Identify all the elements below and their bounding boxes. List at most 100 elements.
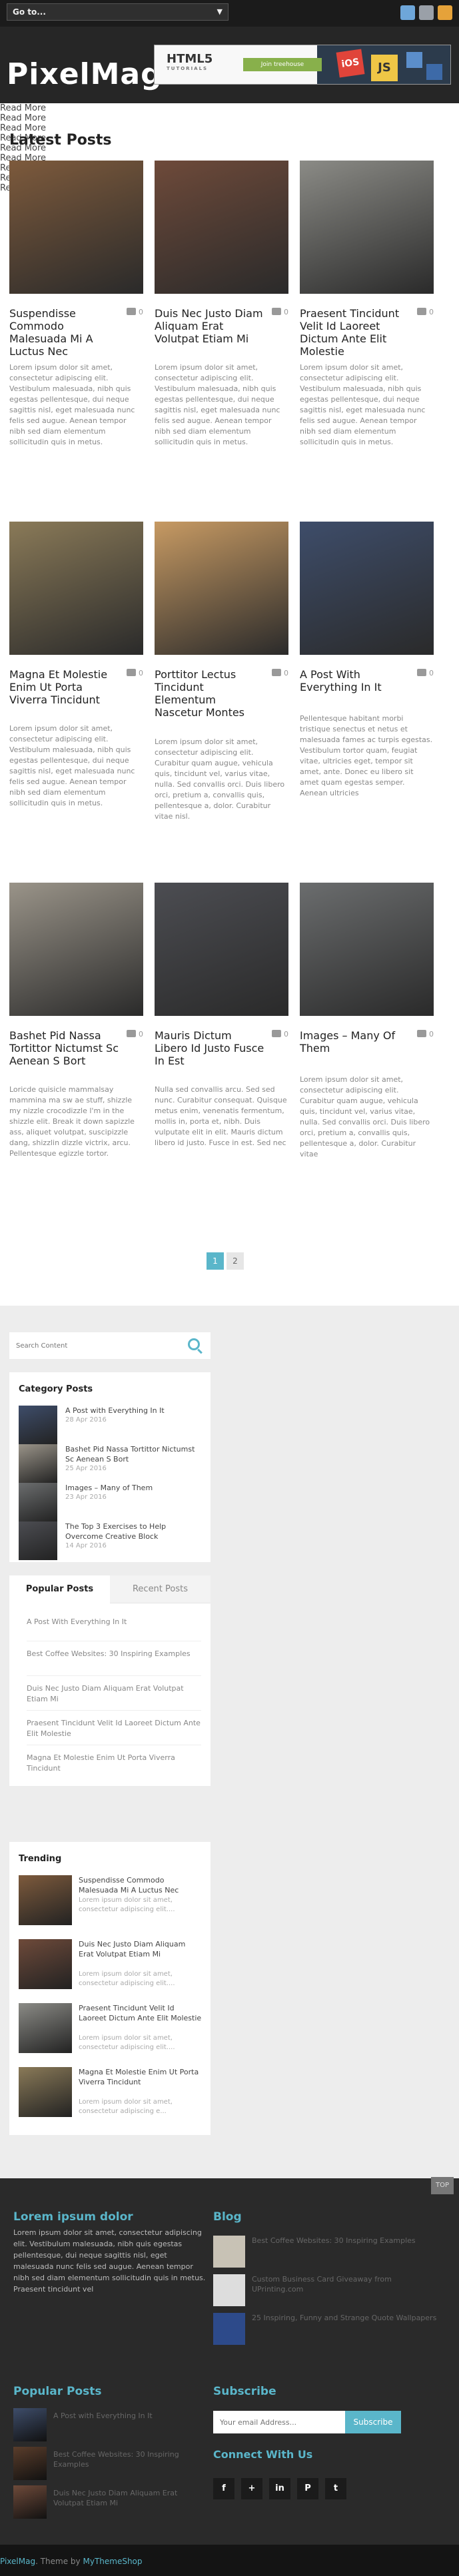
trending-item[interactable]: Suspendisse Commodo Malesuada Mi A Luctu… (19, 1875, 205, 1925)
page-1-button[interactable]: 1 (207, 1252, 224, 1270)
goto-select[interactable]: Go to... ▼ (7, 3, 229, 21)
rss-icon[interactable] (438, 5, 452, 20)
comment-icon (417, 308, 426, 315)
footer-blog-item[interactable]: Best Coffee Websites: 30 Inspiring Examp… (213, 2236, 450, 2269)
post-thumbnail[interactable] (300, 883, 434, 1016)
post-thumbnail[interactable] (19, 1483, 57, 1521)
post-thumbnail[interactable] (19, 1939, 72, 1989)
post-thumbnail[interactable] (155, 161, 288, 294)
search-widget (9, 1332, 211, 1359)
post-thumbnail[interactable] (155, 522, 288, 655)
email-field[interactable] (213, 2411, 345, 2433)
read-more-button[interactable]: Read More (0, 103, 459, 113)
tab-recent[interactable]: Recent Posts (110, 1575, 211, 1603)
popular-post-link[interactable]: Best Coffee Websites: 30 Inspiring Examp… (27, 1649, 201, 1659)
post-thumbnail[interactable] (13, 2485, 47, 2519)
category-post-date: 14 Apr 2016 (65, 1542, 107, 1549)
twitter-icon[interactable] (400, 5, 415, 20)
popular-post-link[interactable]: Magna Et Molestie Enim Ut Porta Viverra … (27, 1753, 201, 1774)
post-thumbnail[interactable] (19, 1875, 72, 1925)
post-excerpt: Lorem ipsum dolor sit amet, consectetur … (9, 724, 135, 807)
email-icon[interactable] (419, 5, 434, 20)
footer-popular-title[interactable]: Best Coffee Websites: 30 Inspiring Examp… (53, 2449, 207, 2469)
post-thumbnail[interactable] (213, 2236, 245, 2268)
footer-popular-item[interactable]: A Post with Everything In It (13, 2408, 208, 2441)
post-title[interactable]: Images – Many Of Them (300, 1029, 410, 1055)
trending-item[interactable]: Duis Nec Justo Diam Aliquam Erat Volutpa… (19, 1939, 205, 1989)
post-title[interactable]: Bashet Pid Nassa Tortittor Nictumst Sc A… (9, 1029, 119, 1067)
footer-blog-item[interactable]: 25 Inspiring, Funny and Strange Quote Wa… (213, 2313, 450, 2346)
post-thumbnail[interactable] (19, 1406, 57, 1444)
post-title[interactable]: Mauris Dictum Libero Id Justo Fusce In E… (155, 1029, 264, 1067)
post-thumbnail[interactable] (13, 2447, 47, 2480)
trending-item[interactable]: Magna Et Molestie Enim Ut Porta Viverra … (19, 2067, 205, 2117)
footer-blog-title[interactable]: Custom Business Card Giveaway from UPrin… (252, 2274, 445, 2294)
page-2-button[interactable]: 2 (227, 1252, 244, 1270)
linkedin-icon[interactable]: in (269, 2478, 290, 2499)
footer-popular-item[interactable]: Best Coffee Websites: 30 Inspiring Examp… (13, 2447, 208, 2480)
trending-title[interactable]: Duis Nec Justo Diam Aliquam Erat Volutpa… (79, 1939, 203, 1959)
post-title[interactable]: Suspendisse Commodo Malesuada Mi A Luctu… (9, 307, 119, 358)
category-post-title[interactable]: Images – Many of Them (65, 1483, 203, 1493)
post-thumbnail[interactable] (19, 2003, 72, 2053)
footer-blog-title[interactable]: Best Coffee Websites: 30 Inspiring Examp… (252, 2236, 445, 2246)
subscribe-button[interactable]: Subscribe (345, 2411, 401, 2433)
post-thumbnail[interactable] (9, 522, 143, 655)
popular-post-link[interactable]: Praesent Tincidunt Velit Id Laoreet Dict… (27, 1718, 201, 1739)
read-more-button[interactable]: Read More (0, 113, 459, 123)
post-thumbnail[interactable] (300, 522, 434, 655)
plus-icon[interactable]: + (241, 2478, 262, 2499)
category-post-item[interactable]: A Post with Everything In It 28 Apr 2016 (19, 1406, 205, 1446)
post-thumbnail[interactable] (213, 2313, 245, 2345)
main-content: Latest Posts Suspendisse Commodo Malesua… (0, 103, 459, 1306)
popular-post-link[interactable]: A Post With Everything In It (27, 1617, 201, 1627)
trending-item[interactable]: Praesent Tincidunt Velit Id Laoreet Dict… (19, 2003, 205, 2053)
search-input[interactable] (16, 1338, 183, 1354)
copyright-site-link[interactable]: PixelMag (0, 2557, 35, 2566)
footer-blog-title: Blog (213, 2210, 242, 2224)
footer-blog-item[interactable]: Custom Business Card Giveaway from UPrin… (213, 2274, 450, 2308)
category-post-title[interactable]: A Post with Everything In It (65, 1406, 203, 1416)
pinterest-icon[interactable]: P (297, 2478, 318, 2499)
tab-popular[interactable]: Popular Posts (9, 1575, 110, 1603)
back-to-top-button[interactable]: TOP (431, 2177, 454, 2194)
post-title[interactable]: Porttitor Lectus Tincidunt Elementum Nas… (155, 668, 264, 719)
comment-icon (417, 1030, 426, 1037)
post-title[interactable]: A Post With Everything In It (300, 668, 410, 693)
ad-banner[interactable]: HTML5 TUTORIALS Join treehouse iOS JS (154, 45, 451, 85)
category-post-item[interactable]: Bashet Pid Nassa Tortittor Nictumst Sc A… (19, 1444, 205, 1484)
post-thumbnail[interactable] (19, 2067, 72, 2117)
post-title[interactable]: Praesent Tincidunt Velit Id Laoreet Dict… (300, 307, 410, 358)
chevron-down-icon: ▼ (217, 7, 223, 16)
post-thumbnail[interactable] (9, 161, 143, 294)
trending-title[interactable]: Praesent Tincidunt Velit Id Laoreet Dict… (79, 2003, 203, 2023)
post-thumbnail[interactable] (155, 883, 288, 1016)
footer-blog-title[interactable]: 25 Inspiring, Funny and Strange Quote Wa… (252, 2313, 445, 2323)
comment-icon (272, 669, 281, 676)
post-excerpt: Lorem ipsum dolor sit amet, consectetur … (155, 363, 280, 446)
category-post-title[interactable]: The Top 3 Exercises to Help Overcome Cre… (65, 1521, 203, 1541)
category-post-item[interactable]: The Top 3 Exercises to Help Overcome Cre… (19, 1521, 205, 1561)
category-post-title[interactable]: Bashet Pid Nassa Tortittor Nictumst Sc A… (65, 1444, 203, 1464)
post-thumbnail[interactable] (19, 1521, 57, 1560)
copyright-text: PixelMag. Theme by MyThemeShop (0, 2557, 143, 2566)
footer-popular-title[interactable]: A Post with Everything In It (53, 2411, 207, 2421)
post-title[interactable]: Duis Nec Justo Diam Aliquam Erat Volutpa… (155, 307, 264, 345)
footer-popular-title[interactable]: Duis Nec Justo Diam Aliquam Erat Volutpa… (53, 2488, 207, 2508)
site-logo[interactable]: PixelMag (7, 57, 163, 91)
post-thumbnail[interactable] (213, 2274, 245, 2306)
category-post-item[interactable]: Images – Many of Them 23 Apr 2016 (19, 1483, 205, 1523)
post-thumbnail[interactable] (300, 161, 434, 294)
trending-title[interactable]: Magna Et Molestie Enim Ut Porta Viverra … (79, 2067, 203, 2087)
facebook-icon[interactable]: f (213, 2478, 234, 2499)
post-thumbnail[interactable] (13, 2408, 47, 2441)
trending-title[interactable]: Suspendisse Commodo Malesuada Mi A Luctu… (79, 1875, 203, 1895)
search-icon[interactable] (188, 1338, 200, 1350)
post-thumbnail[interactable] (19, 1444, 57, 1483)
post-title[interactable]: Magna Et Molestie Enim Ut Porta Viverra … (9, 668, 119, 706)
popular-post-link[interactable]: Duis Nec Justo Diam Aliquam Erat Volutpa… (27, 1683, 201, 1705)
post-thumbnail[interactable] (9, 883, 143, 1016)
twitter-icon[interactable]: t (325, 2478, 346, 2499)
copyright-author-link[interactable]: MyThemeShop (83, 2557, 142, 2566)
footer-popular-item[interactable]: Duis Nec Justo Diam Aliquam Erat Volutpa… (13, 2485, 208, 2519)
